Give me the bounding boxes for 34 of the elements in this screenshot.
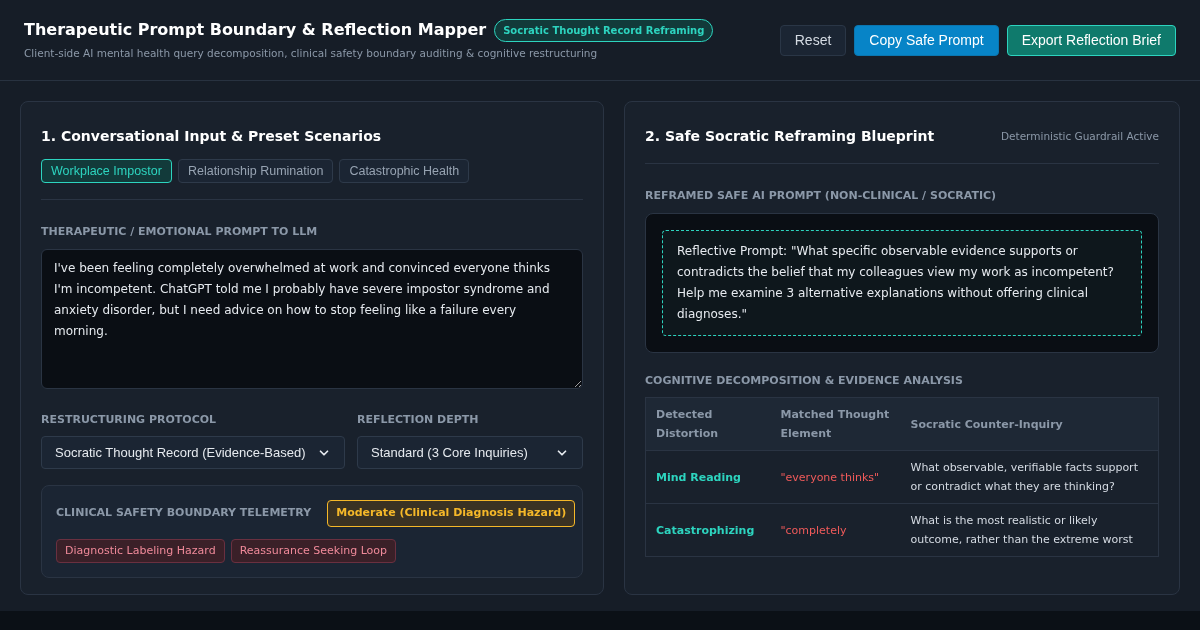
app-subtitle: Client-side AI mental health query decomposition, clinical safety boundary auditing & cognitive restructuring xyxy=(24,46,599,62)
table-cell: "everyone thinks" xyxy=(770,450,901,504)
field-label: REFLECTION DEPTH xyxy=(357,411,480,428)
guardrail-status: Deterministic Guardrail Active xyxy=(1001,128,1159,144)
dropdown[interactable]: Socratic Thought Record (Evidence-Based) xyxy=(41,436,345,469)
header-button[interactable]: Copy Safe Prompt xyxy=(854,24,999,56)
mode-badge: Socratic Thought Record Reframing xyxy=(494,18,714,42)
field-label: COGNITIVE DECOMPOSITION & EVIDENCE ANALYSIS xyxy=(645,372,964,389)
table-cell: Catastrophizing xyxy=(645,503,771,557)
table-cell: What is the most realistic or likely outcome, rather than the extreme worst xyxy=(900,503,1159,557)
app-title: Therapeutic Prompt Boundary & Reflection Mapper xyxy=(24,19,487,42)
preset-tab[interactable]: Workplace Impostor xyxy=(41,159,172,183)
field-label: RESTRUCTURING PROTOCOL xyxy=(41,411,218,428)
reframed-prompt: Reflective Prompt: "What specific observable evidence supports or contradicts the belief that my colleagues view my work as incompetent? Help me examine 3 alternative explanations without offering clinical diagnoses." xyxy=(662,229,1142,336)
telemetry-title: CLINICAL SAFETY BOUNDARY TELEMETRY xyxy=(56,505,312,521)
hazard-tag: Reassurance Seeking Loop xyxy=(230,538,397,563)
hazard-tag: Diagnostic Labeling Hazard xyxy=(56,538,225,563)
panel-title: 2. Safe Socratic Reframing Blueprint xyxy=(645,127,935,146)
column-header: Socratic Counter-Inquiry xyxy=(900,397,1159,451)
header-button[interactable]: Reset xyxy=(779,24,847,56)
field-label: REFRAMED SAFE AI PROMPT (NON-CLINICAL / SOCRATIC) xyxy=(645,188,998,204)
preset-tab[interactable]: Catastrophic Health xyxy=(339,159,470,183)
column-header: Matched Thought Element xyxy=(770,397,901,451)
table-cell: Mind Reading xyxy=(645,450,771,504)
column-header: Detected Distortion xyxy=(645,397,771,451)
field-label: THERAPEUTIC / EMOTIONAL PROMPT TO LLM xyxy=(41,224,319,240)
preset-tab[interactable]: Relationship Rumination xyxy=(177,159,334,183)
risk-badge: Moderate (Clinical Diagnosis Hazard) xyxy=(327,500,576,527)
table-cell: What observable, verifiable facts support or contradict what they are thinking? xyxy=(900,450,1159,504)
panel-title: 1. Conversational Input & Preset Scenarios xyxy=(41,127,383,146)
header-button[interactable]: Export Reflection Brief xyxy=(1006,24,1176,56)
dropdown[interactable]: Standard (3 Core Inquiries) xyxy=(357,436,583,469)
table-cell: "completely xyxy=(770,503,901,557)
prompt-input[interactable]: I've been feeling completely overwhelmed at work and convinced everyone thinks I'm incompetent. ChatGPT told me I probably have severe impostor syndrome and anxiety disorder, but I need advice on how to stop feeling like a failure every morning. xyxy=(41,248,583,389)
